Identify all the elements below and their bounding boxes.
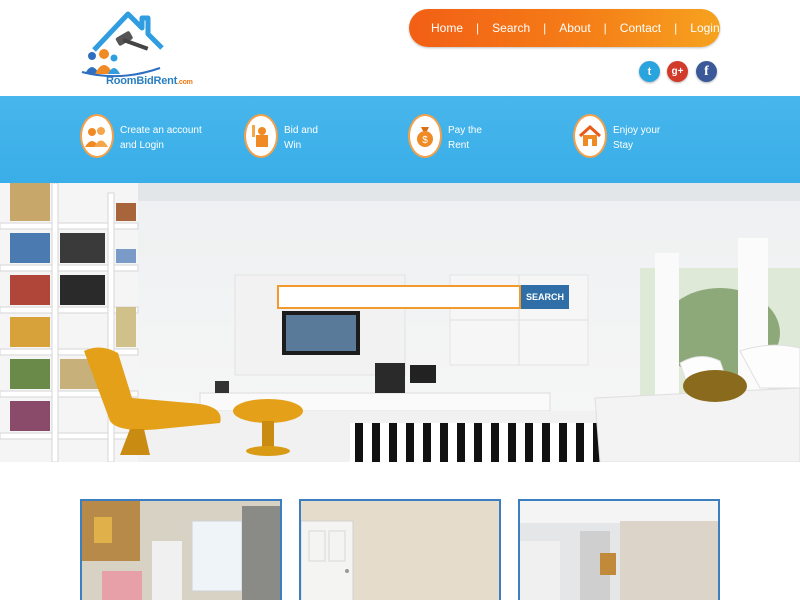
hero-banner: SEARCH (0, 183, 800, 462)
step-line: Create an account (120, 125, 202, 136)
nav-about[interactable]: About (559, 21, 590, 35)
listing-thumbnail[interactable] (518, 499, 720, 600)
house-icon (573, 114, 607, 158)
nav-login[interactable]: Login (690, 21, 719, 35)
step-line: Enjoy your (613, 125, 661, 136)
nav-separator: | (543, 21, 547, 35)
step-line: Bid and (284, 125, 318, 136)
step-line: Stay (613, 140, 634, 151)
users-icon (80, 114, 114, 158)
search-button[interactable]: SEARCH (521, 285, 569, 309)
step-text: Enjoy your Stay (613, 123, 713, 153)
nav-separator: | (603, 21, 607, 35)
living-room-image (0, 183, 800, 462)
page: RoomBidRent.com Home | Search | About | … (0, 0, 800, 600)
how-it-works-band: Create an account and Login Bid and Win (0, 96, 800, 183)
step-text: Bid and Win (284, 123, 384, 153)
step-text: Pay the Rent (448, 123, 548, 153)
google-plus-icon[interactable]: g+ (667, 61, 688, 82)
money-bag-icon: $ (408, 114, 442, 158)
header: RoomBidRent.com Home | Search | About | … (0, 0, 800, 96)
logo-graphic (81, 11, 164, 78)
step-text: Create an account and Login (120, 123, 220, 153)
bidder-icon (244, 114, 278, 158)
logo-tld: .com (177, 79, 193, 86)
listing-thumbnail[interactable] (80, 499, 282, 600)
interior-photo (520, 501, 718, 600)
kitchen-photo (82, 501, 280, 600)
nav-home[interactable]: Home (431, 21, 463, 35)
site-logo[interactable]: RoomBidRent.com (80, 8, 195, 92)
nav-separator: | (674, 21, 678, 35)
room-photo (301, 501, 499, 600)
step-line: Win (284, 140, 302, 151)
logo-text: RoomBidRent.com (106, 75, 193, 87)
nav-separator: | (476, 21, 480, 35)
logo-name: RoomBidRent (106, 75, 178, 87)
step-line: Pay the (448, 125, 482, 136)
listing-thumbnail[interactable] (299, 499, 501, 600)
nav-contact[interactable]: Contact (620, 21, 661, 35)
step-line: Rent (448, 140, 470, 151)
facebook-icon[interactable]: f (696, 61, 717, 82)
step-line: and Login (120, 140, 164, 151)
main-nav: Home | Search | About | Contact | Login (409, 9, 720, 47)
svg-text:$: $ (422, 135, 428, 146)
twitter-icon[interactable]: t (639, 61, 660, 82)
search-input[interactable] (277, 285, 521, 309)
nav-search[interactable]: Search (492, 21, 530, 35)
